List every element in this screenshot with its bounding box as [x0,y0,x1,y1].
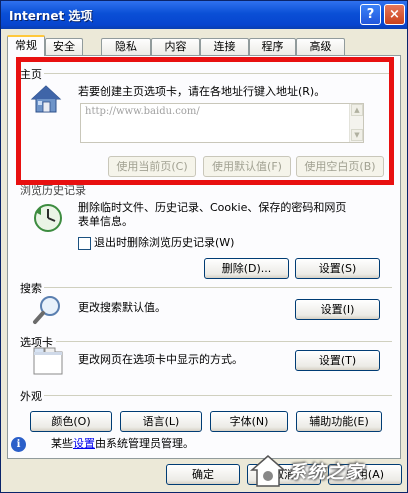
home-page-group-label: 主页 [20,66,44,82]
tab-programs[interactable]: 程序 [249,38,296,55]
history-settings-button[interactable]: 设置(S) [295,258,380,279]
search-description: 更改搜索默认值。 [78,301,166,314]
info-settings-link[interactable]: 设置 [73,437,95,450]
use-blank-button[interactable]: 使用空白页(B) [296,156,384,177]
tab-privacy[interactable]: 隐私 [101,38,151,55]
magnifier-icon [33,296,60,324]
scroll-up-icon[interactable]: ▲ [351,104,363,116]
help-button[interactable]: ? [360,4,381,25]
general-tab-panel: 主页 若要创建主页选项卡，请在各地址行键入地址(R)。 http://www.b… [7,55,401,459]
use-current-button[interactable]: 使用当前页(C) [108,156,196,177]
delete-history-on-exit-checkbox[interactable] [78,237,91,250]
tab-advanced[interactable]: 高级 [296,38,345,55]
tabbed-window-icon [33,347,63,375]
home-page-divider [44,73,392,74]
house-icon [30,85,62,113]
tabs-description: 更改网页在选项卡中显示的方式。 [78,353,243,366]
home-page-url-field[interactable]: http://www.baidu.com/ ▲ ▼ [80,103,364,143]
search-divider [44,287,392,288]
window-title: Internet 选项 [9,9,93,23]
internet-options-window: Internet 选项 ? × 常规 安全 隐私 内容 连接 程序 高级 主页 … [0,0,408,493]
tabs-settings-button[interactable]: 设置(T) [295,350,380,371]
url-field-scrollbar[interactable]: ▲ ▼ [349,104,363,142]
close-button[interactable]: × [384,4,405,25]
search-settings-button[interactable]: 设置(I) [295,299,380,320]
clock-history-icon [34,204,62,232]
history-description-line1: 删除临时文件、历史记录、Cookie、保存的密码和网页 [78,201,347,214]
history-group-label: 浏览历史记录 [20,182,88,198]
home-page-url-value: http://www.baidu.com/ [85,106,200,117]
ok-button[interactable]: 确定 [166,464,240,485]
tab-content[interactable]: 内容 [151,38,200,55]
scroll-down-icon[interactable]: ▼ [351,129,363,141]
tab-security[interactable]: 安全 [45,38,83,55]
info-prefix: 某些 [51,437,73,450]
fonts-button[interactable]: 字体(N) [210,411,288,432]
tab-general[interactable]: 常规 [7,35,45,56]
delete-history-button[interactable]: 删除(D)... [204,258,289,279]
watermark-logo-icon [250,455,286,487]
home-page-instruction: 若要创建主页选项卡，请在各地址行键入地址(R)。 [78,85,326,98]
accessibility-button[interactable]: 辅助功能(E) [296,411,382,432]
info-icon: i [11,437,26,452]
watermark-text: 系统之家 [288,462,364,483]
appearance-group-label: 外观 [20,388,44,404]
history-description-line2: 表单信息。 [78,215,133,228]
tab-connections[interactable]: 连接 [200,38,249,55]
title-bar[interactable]: Internet 选项 ? × [1,1,407,29]
info-suffix: 由系统管理员管理。 [95,437,194,450]
languages-button[interactable]: 语言(L) [120,411,202,432]
use-default-button[interactable]: 使用默认值(F) [203,156,291,177]
site-watermark: 系统之家 [240,448,408,493]
colors-button[interactable]: 颜色(O) [30,411,112,432]
tabs-divider [56,341,392,342]
appearance-divider [44,395,392,396]
delete-history-on-exit-label[interactable]: 退出时删除浏览历史记录(W) [94,236,234,250]
